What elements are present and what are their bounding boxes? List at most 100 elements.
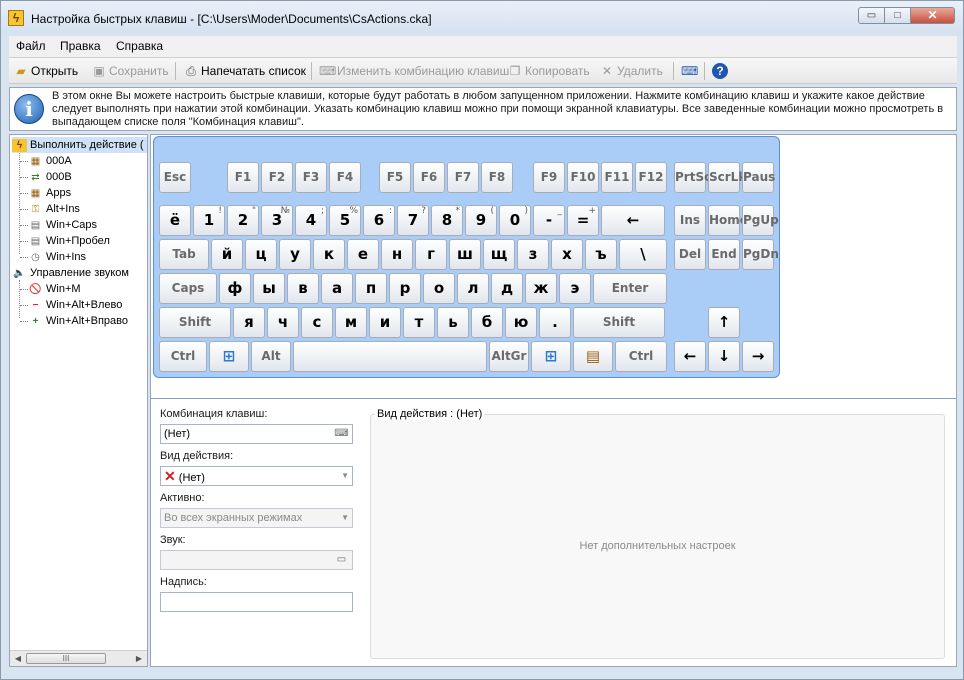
key-q-0[interactable]: Tab [159, 239, 209, 270]
key-num-11[interactable]: - _ [533, 205, 565, 236]
key-f4[interactable]: F4 [329, 162, 361, 193]
key-a-0[interactable]: Caps [159, 273, 217, 304]
scroll-left-icon[interactable]: ◀ [12, 653, 24, 664]
key-left-ctrl[interactable]: Ctrl [159, 341, 207, 372]
key-f3[interactable]: F3 [295, 162, 327, 193]
key-f1[interactable]: F1 [227, 162, 259, 193]
tree-item[interactable]: 🚫 Win+M [28, 281, 80, 297]
key-arrow-down[interactable]: ↓ [708, 341, 740, 372]
key-q-11[interactable]: х [551, 239, 583, 270]
open-button[interactable]: ▰ Открыть [13, 62, 78, 80]
title-bar[interactable]: ϟ Настройка быстрых клавиш - [C:\Users\M… [1, 1, 963, 35]
key-z-1[interactable]: я [233, 307, 265, 338]
tree-item[interactable]: ◷ Win+Ins [28, 249, 86, 265]
tree-horizontal-scrollbar[interactable]: ◀ III ▶ [10, 650, 147, 666]
key-z-11[interactable]: Shift [573, 307, 665, 338]
key-z-3[interactable]: с [301, 307, 333, 338]
key-z-8[interactable]: б [471, 307, 503, 338]
close-button[interactable]: ✕ [910, 7, 955, 24]
tree-item[interactable]: ▦ 000A [28, 153, 72, 169]
tree-item[interactable]: ▦ Apps [28, 185, 71, 201]
key-num-9[interactable]: 9( [465, 205, 497, 236]
key-a-8[interactable]: л [457, 273, 489, 304]
key-z-9[interactable]: ю [505, 307, 537, 338]
key-num-8[interactable]: 8 * [431, 205, 463, 236]
key-a-12[interactable]: Enter [593, 273, 667, 304]
action-type-select[interactable]: ✕ (Нет) ▼ [160, 466, 353, 486]
tree-item[interactable]: ▤ Win+Пробел [28, 233, 110, 249]
key-num-10[interactable]: 0) [499, 205, 531, 236]
browse-icon[interactable]: ▭ [333, 553, 350, 567]
key-space[interactable] [293, 341, 487, 372]
key-right-win[interactable]: ⊞ [531, 341, 571, 372]
print-button[interactable]: ⎙ Напечатать список [183, 62, 306, 80]
key-left-win[interactable]: ⊞ [209, 341, 249, 372]
delete-button[interactable]: ✕ Удалить [599, 62, 663, 80]
menu-edit[interactable]: Правка [60, 39, 101, 53]
key-num-12[interactable]: = + [567, 205, 599, 236]
key-a-2[interactable]: ы [253, 273, 285, 304]
key-a-11[interactable]: э [559, 273, 591, 304]
key-f7[interactable]: F7 [447, 162, 479, 193]
tree-item[interactable]: ⇄ 000B [28, 169, 71, 185]
panel-divider[interactable] [151, 398, 956, 399]
key-num-13[interactable]: ← [601, 205, 665, 236]
key-q-12[interactable]: ъ [585, 239, 617, 270]
key-a-4[interactable]: а [321, 273, 353, 304]
key-arrow-right[interactable]: → [742, 341, 774, 372]
key-q-5[interactable]: е [347, 239, 379, 270]
key-arrow-left[interactable]: ← [674, 341, 706, 372]
key-z-10[interactable]: . [539, 307, 571, 338]
key-altgr[interactable]: AltGr [489, 341, 529, 372]
key-scrlk[interactable]: ScrLk [708, 162, 746, 193]
key-num-7[interactable]: 7? [397, 205, 429, 236]
key-num-4[interactable]: 4; [295, 205, 327, 236]
key-z-7[interactable]: ь [437, 307, 469, 338]
tree-item[interactable]: ▤ Win+Caps [28, 217, 97, 233]
scroll-right-icon[interactable]: ▶ [133, 653, 145, 664]
tree-group-execute-action[interactable]: ϟ Выполнить действие ( [12, 137, 147, 153]
key-f12[interactable]: F12 [635, 162, 667, 193]
key-prtsc[interactable]: PrtSc [674, 162, 711, 193]
tree-group-sound-control[interactable]: 🔈 Управление звуком [12, 265, 129, 281]
key-q-8[interactable]: ш [449, 239, 481, 270]
key-z-6[interactable]: т [403, 307, 435, 338]
key-q-7[interactable]: г [415, 239, 447, 270]
key-z-0[interactable]: Shift [159, 307, 231, 338]
sound-field[interactable]: ▭ [160, 550, 353, 570]
minimize-button[interactable]: ▭ [858, 7, 885, 24]
keyboard-picker-icon[interactable]: ⌨ [333, 427, 350, 441]
scroll-thumb[interactable]: III [26, 653, 106, 664]
copy-button[interactable]: ❐ Копировать [507, 62, 590, 80]
key-end[interactable]: End [708, 239, 740, 270]
key-z-2[interactable]: ч [267, 307, 299, 338]
combo-field[interactable]: (Нет) ⌨ [160, 424, 353, 444]
key-num-6[interactable]: 6: [363, 205, 395, 236]
change-combination-button[interactable]: ⌨ Изменить комбинацию клавиш [319, 62, 509, 80]
keyboard-button[interactable]: ⌨ [681, 62, 698, 80]
actions-tree[interactable]: ϟ Выполнить действие ( ▦ 000A ⇄ 000B ▦ Apps ⚿ A… [9, 134, 148, 667]
key-pgdn[interactable]: PgDn [742, 239, 779, 270]
save-button[interactable]: ▣ Сохранить [91, 62, 168, 80]
key-apps[interactable]: ▤ [573, 341, 613, 372]
key-f11[interactable]: F11 [601, 162, 633, 193]
maximize-button[interactable]: □ [884, 7, 911, 24]
menu-help[interactable]: Справка [116, 39, 163, 53]
key-a-9[interactable]: д [491, 273, 523, 304]
key-num-2[interactable]: 2 " [227, 205, 259, 236]
tree-item[interactable]: − Win+Alt+Влево [28, 297, 123, 313]
key-f5[interactable]: F5 [379, 162, 411, 193]
help-button[interactable]: ? [712, 62, 728, 80]
key-num-0[interactable]: ё [159, 205, 191, 236]
tree-item[interactable]: + Win+Alt+Вправо [28, 313, 128, 329]
key-q-6[interactable]: н [381, 239, 413, 270]
key-f10[interactable]: F10 [567, 162, 599, 193]
key-z-4[interactable]: м [335, 307, 367, 338]
key-a-5[interactable]: п [355, 273, 387, 304]
key-home[interactable]: Home [708, 205, 748, 236]
key-esc[interactable]: Esc [159, 162, 191, 193]
key-num-3[interactable]: 3 № [261, 205, 293, 236]
key-f8[interactable]: F8 [481, 162, 513, 193]
menu-file[interactable]: Файл [16, 39, 46, 53]
key-del[interactable]: Del [674, 239, 706, 270]
